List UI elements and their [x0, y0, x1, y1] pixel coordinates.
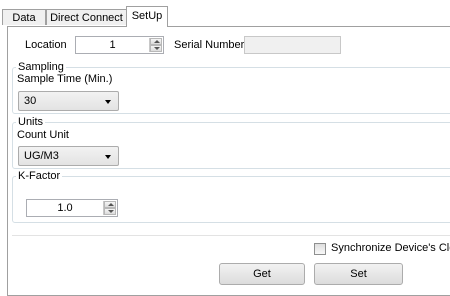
kfactor-spin-buttons [103, 201, 116, 215]
get-button[interactable]: Get [219, 263, 305, 285]
serial-number-field [244, 36, 341, 54]
sampling-group-title: Sampling [16, 61, 66, 73]
tab-setup[interactable]: SetUp [126, 6, 168, 27]
tab-strip: Data Direct Connect SetUp [0, 0, 450, 28]
units-group-title: Units [16, 116, 46, 128]
divider [12, 235, 450, 236]
increment-icon[interactable] [150, 38, 162, 45]
setup-panel: Location 1 Serial Number Sampling Sample… [7, 26, 450, 296]
serial-number-label: Serial Number [174, 39, 245, 51]
kfactor-group-title: K-Factor [16, 170, 63, 182]
location-stepper[interactable]: 1 [75, 36, 164, 54]
count-unit-label: Count Unit [17, 129, 69, 141]
count-unit-select[interactable]: UG/M3 [18, 146, 119, 166]
sync-clock-checkbox[interactable] [314, 243, 326, 255]
sample-time-label: Sample Time (Min.) [17, 73, 113, 85]
decrement-icon[interactable] [150, 45, 162, 52]
location-label: Location [25, 39, 67, 51]
location-value: 1 [109, 39, 116, 51]
increment-icon[interactable] [104, 201, 116, 208]
chevron-down-icon [105, 100, 111, 104]
sample-time-value: 30 [24, 95, 37, 107]
tab-data[interactable]: Data [2, 9, 46, 25]
location-spin-buttons [149, 38, 162, 52]
count-unit-value: UG/M3 [24, 150, 59, 162]
decrement-icon[interactable] [104, 208, 116, 215]
sync-clock-label: Synchronize Device's Clock [331, 242, 450, 254]
sample-time-select[interactable]: 30 [18, 91, 119, 111]
chevron-down-icon [105, 155, 111, 159]
kfactor-stepper[interactable]: 1.0 [26, 199, 118, 217]
set-button[interactable]: Set [314, 263, 403, 285]
kfactor-value: 1.0 [57, 202, 73, 214]
tab-direct-connect[interactable]: Direct Connect [46, 9, 127, 25]
